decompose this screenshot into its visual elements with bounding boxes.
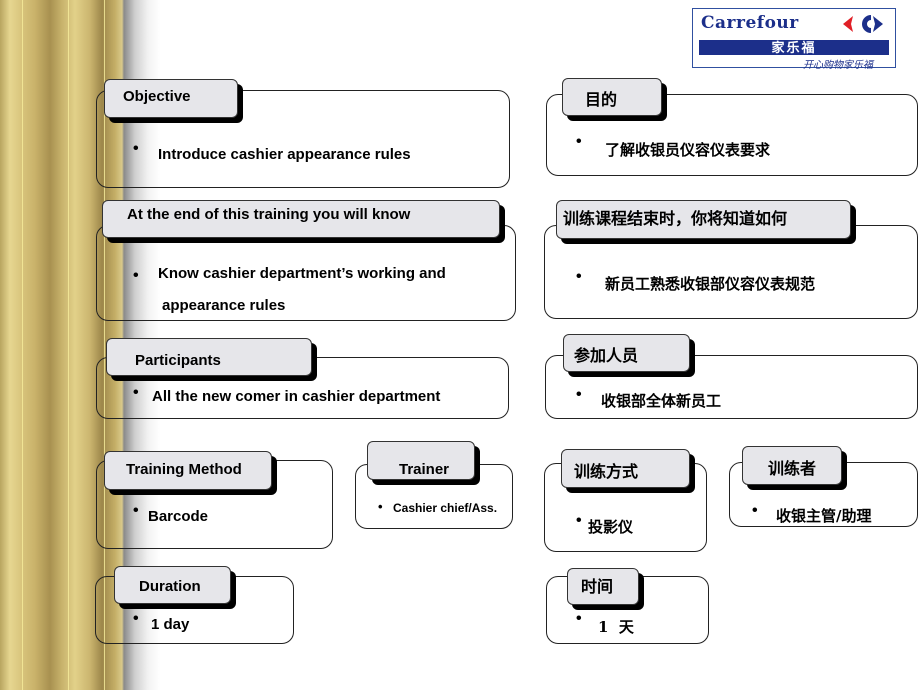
decorative-stripe: [22, 0, 23, 690]
end-of-training-line2: appearance rules: [162, 297, 286, 314]
end-of-training-box-zh: [544, 225, 918, 319]
end-of-training-title-zh: 训练课程结束时，你将知道如何: [556, 200, 851, 239]
end-of-training-title: At the end of this training you will kno…: [102, 200, 500, 238]
duration-title-zh: 时间: [567, 568, 639, 605]
end-of-training-text-zh: 新员工熟悉收银部仪容仪表规范: [605, 275, 816, 293]
duration-text: 1 day: [151, 616, 190, 633]
bullet: •: [133, 267, 139, 284]
bullet: •: [576, 268, 582, 285]
bullet: •: [752, 502, 758, 519]
training-method-text: Barcode: [148, 508, 209, 525]
bullet: •: [133, 384, 139, 401]
bullet: •: [378, 499, 383, 514]
duration-title: Duration: [114, 566, 231, 604]
trainer-title: Trainer: [367, 441, 475, 480]
trainer-text: Cashier chief/Ass.: [393, 501, 498, 515]
objective-title-zh: 目的: [562, 78, 662, 116]
logo-tagline: 开心购物家乐福: [803, 60, 873, 71]
training-method-title-zh: 训练方式: [561, 449, 690, 488]
carrefour-mark-icon: [843, 15, 883, 33]
bullet: •: [133, 140, 139, 157]
participants-title: Participants: [106, 338, 312, 376]
participants-title-zh: 参加人员: [563, 334, 690, 372]
objective-text-zh: 了解收银员仪容仪表要求: [605, 141, 771, 159]
objective-text: Introduce cashier appearance rules: [158, 146, 411, 163]
bullet: •: [576, 610, 582, 627]
bullet: •: [133, 502, 139, 519]
participants-text-zh: 收银部全体新员工: [601, 392, 722, 410]
bullet: •: [576, 386, 582, 403]
bullet: •: [576, 133, 582, 150]
training-method-title: Training Method: [104, 451, 272, 490]
training-method-text-zh: 投影仪: [588, 518, 634, 536]
participants-text: All the new comer in cashier department: [152, 388, 441, 405]
end-of-training-line1: Know cashier department’s working and: [158, 265, 446, 282]
duration-text-zh: 1 天: [598, 618, 634, 636]
carrefour-logo: Carrefour 家乐福 开心购物家乐福: [692, 8, 896, 71]
decorative-stripe: [68, 0, 69, 690]
bullet: •: [133, 610, 139, 627]
objective-title: Objective: [104, 79, 238, 118]
logo-chinese: 家乐福: [699, 40, 889, 55]
trainer-title-zh: 训练者: [742, 446, 842, 485]
bullet: •: [576, 512, 582, 529]
trainer-text-zh: 收银主管/助理: [776, 507, 872, 525]
logo-brand: Carrefour: [701, 13, 799, 33]
